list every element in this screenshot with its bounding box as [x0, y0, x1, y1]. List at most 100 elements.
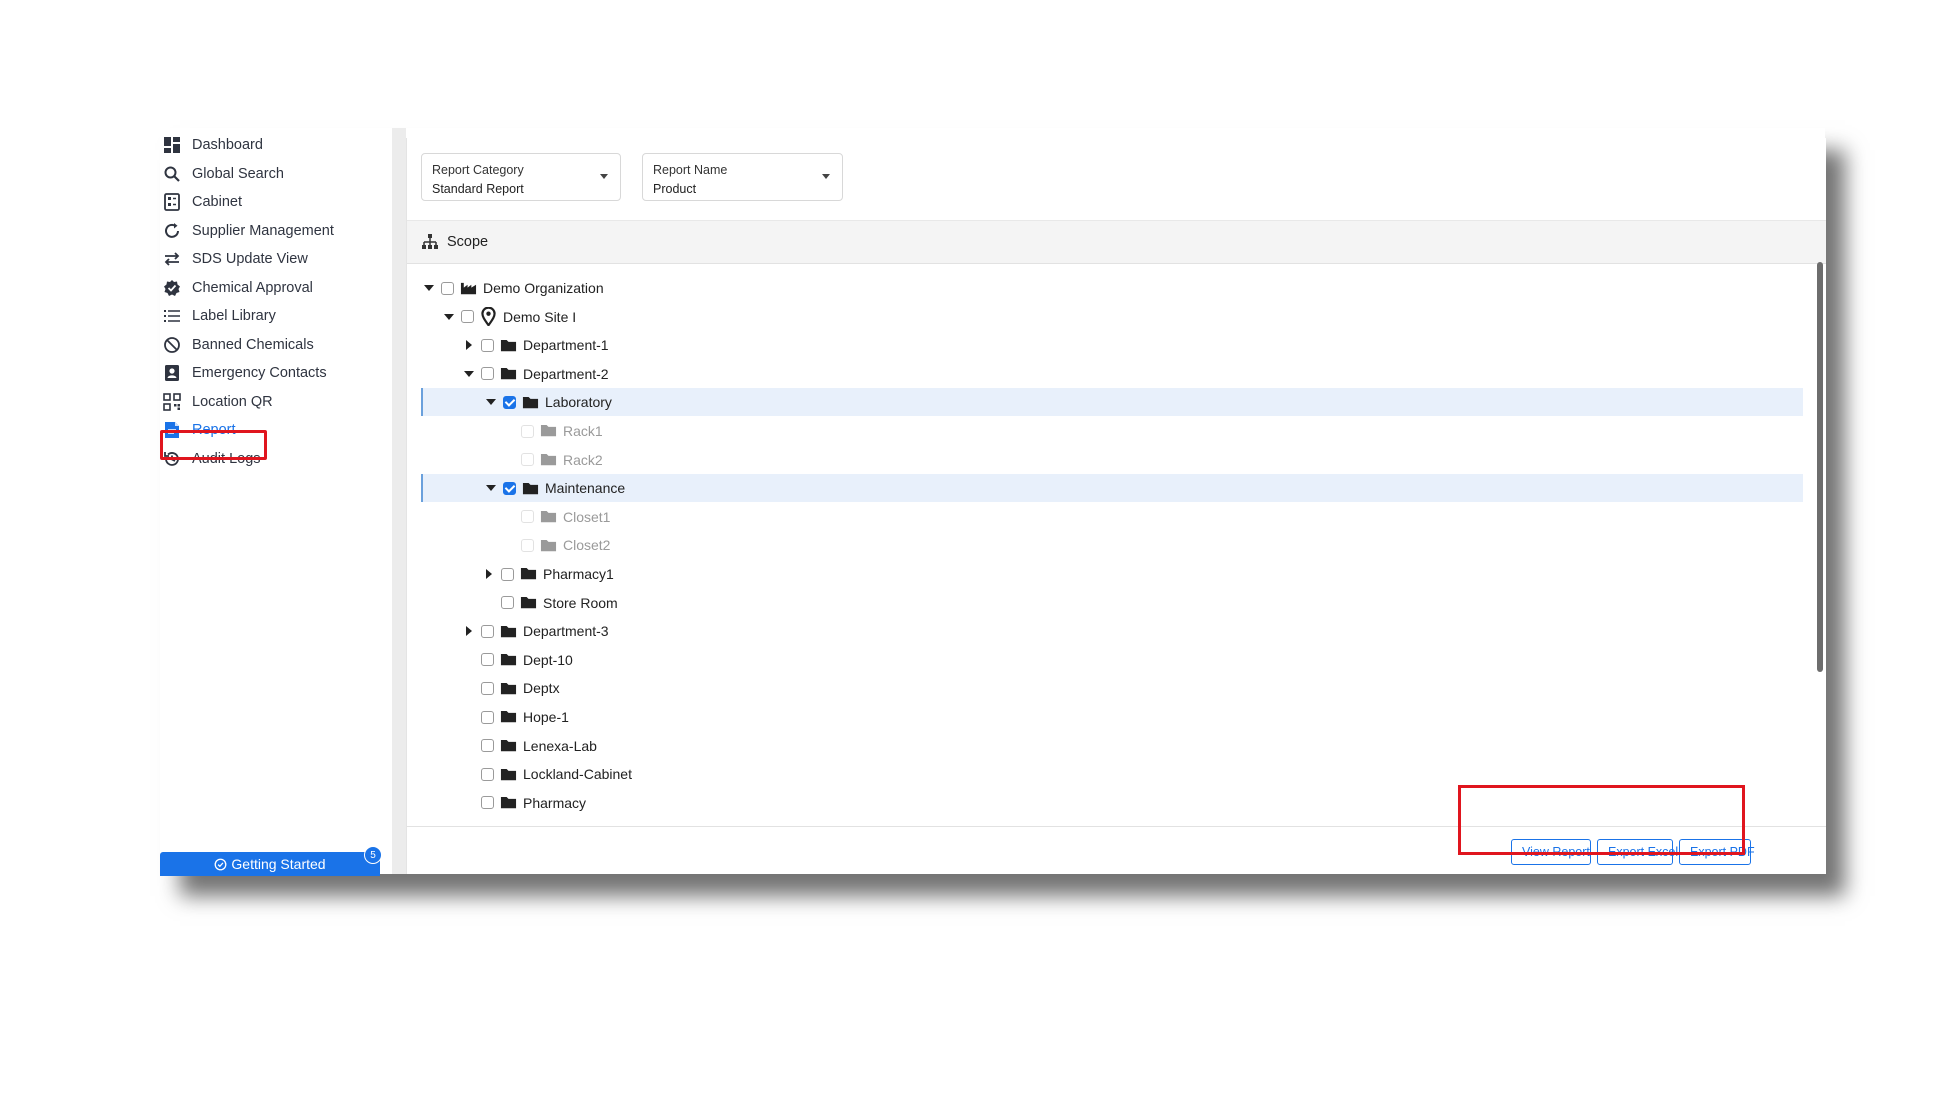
report-name-select[interactable]: Report Name Product	[642, 153, 843, 201]
tree-node[interactable]: Dept-10	[407, 646, 1787, 674]
folder-icon	[500, 681, 517, 696]
report-category-value: Standard Report	[432, 182, 524, 196]
sitemap-icon	[422, 234, 438, 249]
tree-node[interactable]: Closet1	[407, 503, 1787, 531]
sidebar-item-label-library[interactable]: Label Library	[160, 302, 276, 330]
tree-node-label: Department-2	[523, 365, 609, 382]
sidebar-item-supplier-management[interactable]: Supplier Management	[160, 217, 334, 245]
tree-node[interactable]: Maintenance	[421, 474, 1803, 503]
tree-node-checkbox	[521, 453, 534, 467]
contact-card-icon	[162, 363, 182, 383]
caret-spacer	[483, 597, 495, 609]
tree-node[interactable]: Store Room	[407, 589, 1787, 617]
tree-node[interactable]: Lenexa-Lab	[407, 732, 1787, 760]
tree-node-checkbox[interactable]	[481, 681, 494, 695]
tree-node[interactable]: Department-2	[407, 360, 1787, 388]
caret-down-icon[interactable]	[423, 282, 435, 294]
caret-spacer	[463, 740, 475, 752]
sidebar-item-chemical-approval[interactable]: Chemical Approval	[160, 274, 313, 302]
tree-node-checkbox[interactable]	[501, 596, 514, 610]
sidebar-item-label: Banned Chemicals	[192, 336, 314, 353]
tree-node[interactable]: Closet2	[407, 531, 1787, 559]
chevron-down-icon	[822, 174, 830, 179]
tree-node-checkbox[interactable]	[503, 395, 516, 409]
tree-node-checkbox[interactable]	[481, 624, 494, 638]
dashboard-icon	[162, 135, 182, 155]
tree-node-checkbox[interactable]	[441, 281, 454, 295]
tree-node-checkbox[interactable]	[481, 367, 494, 381]
caret-spacer	[463, 682, 475, 694]
tree-node[interactable]: Rack2	[407, 446, 1787, 474]
tree-node[interactable]: Demo Site I	[407, 303, 1787, 331]
caret-right-icon[interactable]	[483, 568, 495, 580]
caret-right-icon[interactable]	[463, 625, 475, 637]
report-name-label: Report Name	[653, 163, 728, 177]
tree-node[interactable]: Department-1	[407, 331, 1787, 359]
tree-node-checkbox[interactable]	[481, 796, 494, 810]
tree-node[interactable]: Department-3	[407, 617, 1787, 645]
check-circle-icon	[214, 858, 227, 870]
folder-icon	[500, 652, 517, 667]
caret-down-icon[interactable]	[443, 311, 455, 323]
caret-down-icon[interactable]	[463, 368, 475, 380]
caret-spacer	[503, 454, 515, 466]
tree-node[interactable]: Rack1	[407, 417, 1787, 445]
tree-node-label: Lockland-Cabinet	[523, 766, 632, 783]
sidebar-item-banned-chemicals[interactable]: Banned Chemicals	[160, 331, 314, 359]
report-filters: Report Category Standard Report Report N…	[407, 138, 1826, 220]
caret-right-icon[interactable]	[463, 339, 475, 351]
tree-node[interactable]: Demo Organization	[407, 274, 1787, 302]
tree-node-checkbox[interactable]	[481, 710, 494, 724]
tree-node-checkbox[interactable]	[481, 739, 494, 753]
main-panel: Report Category Standard Report Report N…	[406, 138, 1826, 874]
sidebar-item-label: Chemical Approval	[192, 279, 313, 296]
tree-node-label: Department-1	[523, 337, 609, 354]
sidebar-item-label: Cabinet	[192, 194, 242, 210]
report-name-value: Product	[653, 182, 697, 196]
search-icon	[162, 164, 182, 184]
tree-node-label: Pharmacy1	[543, 566, 614, 582]
sidebar-item-location-qr[interactable]: Location QR	[160, 388, 273, 416]
export-actions-highlight-box	[1458, 785, 1745, 855]
folder-icon	[500, 624, 517, 639]
scope-header: Scope	[407, 220, 1826, 264]
report-highlight-box	[160, 430, 267, 460]
sidebar-item-cabinet[interactable]: Cabinet	[160, 188, 242, 216]
refresh-icon	[162, 221, 182, 241]
tree-node[interactable]: Deptx	[407, 674, 1787, 702]
sidebar-item-sds-update-view[interactable]: SDS Update View	[160, 245, 308, 273]
tree-node-checkbox[interactable]	[481, 338, 494, 352]
scope-title: Scope	[447, 234, 489, 250]
tree-node-label: Closet2	[563, 537, 611, 554]
folder-icon	[500, 710, 517, 725]
folder-icon	[522, 395, 539, 410]
tree-node-checkbox[interactable]	[503, 481, 516, 495]
folder-icon	[540, 538, 557, 553]
tree-node-checkbox	[521, 538, 534, 552]
tree-node[interactable]: Hope-1	[407, 703, 1787, 731]
tree-node[interactable]: Lockland-Cabinet	[407, 760, 1787, 788]
caret-down-icon[interactable]	[485, 396, 497, 408]
tree-node-label: Deptx	[523, 680, 560, 697]
folder-icon	[540, 424, 557, 439]
tree-node-checkbox[interactable]	[481, 767, 494, 781]
caret-spacer	[503, 511, 515, 523]
tree-node-checkbox[interactable]	[461, 310, 474, 324]
tree-scrollbar[interactable]	[1817, 262, 1823, 672]
tree-node-checkbox[interactable]	[481, 653, 494, 667]
factory-icon	[460, 281, 477, 296]
sidebar-item-global-search[interactable]: Global Search	[160, 160, 284, 188]
folder-icon	[500, 795, 517, 810]
tree-node[interactable]: Laboratory	[421, 388, 1803, 417]
tree-node[interactable]: Pharmacy1	[407, 560, 1787, 588]
tree-node-checkbox[interactable]	[501, 567, 514, 581]
caret-down-icon[interactable]	[485, 482, 497, 494]
sidebar-item-label: Dashboard	[192, 137, 263, 153]
sidebar-divider	[392, 128, 406, 874]
sidebar-item-emergency-contacts[interactable]: Emergency Contacts	[160, 359, 327, 387]
swap-arrows-icon	[162, 249, 182, 269]
report-category-select[interactable]: Report Category Standard Report	[421, 153, 621, 201]
getting-started-button[interactable]: Getting Started 5	[160, 846, 382, 876]
sidebar-item-dashboard[interactable]: Dashboard	[160, 131, 263, 159]
location-pin-icon	[480, 306, 497, 327]
